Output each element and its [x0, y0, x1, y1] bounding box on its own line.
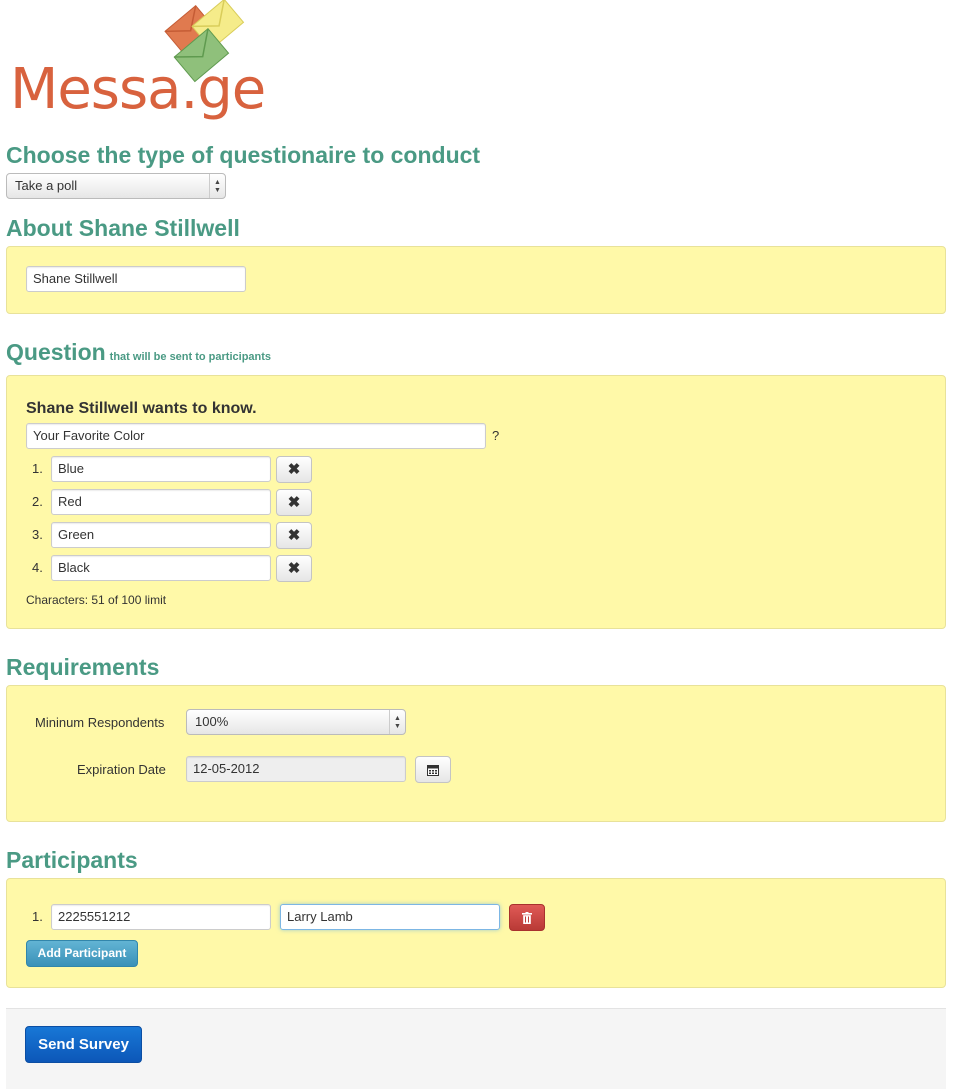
participant-num: 1. — [32, 909, 43, 924]
remove-option-3-button[interactable]: ✖ — [276, 522, 312, 549]
participants-panel: 1. 2225551212 Larry Lamb Add Participant — [6, 878, 946, 988]
send-survey-button[interactable]: Send Survey — [25, 1026, 142, 1063]
poll-type-selected: Take a poll — [15, 178, 78, 193]
expiration-label: Expiration Date — [77, 762, 166, 777]
question-heading-text: Question — [6, 339, 106, 365]
select-arrows-icon: ▲ ▼ — [389, 710, 405, 734]
question-subheading: that will be sent to participants — [109, 351, 272, 363]
remove-participant-button[interactable] — [509, 904, 545, 931]
remove-option-2-button[interactable]: ✖ — [276, 489, 312, 516]
option-num: 4. — [32, 560, 43, 575]
form-actions: Send Survey — [6, 1008, 946, 1089]
option-num: 2. — [32, 494, 43, 509]
option-num: 3. — [32, 527, 43, 542]
close-icon: ✖ — [287, 494, 301, 511]
option-input-2[interactable]: Red — [51, 489, 271, 515]
question-input[interactable]: Your Favorite Color — [26, 423, 486, 449]
calendar-icon — [427, 765, 439, 776]
about-panel: Shane Stillwell — [6, 246, 946, 314]
close-icon: ✖ — [287, 461, 301, 478]
expiration-date-input[interactable]: 12-05-2012 — [186, 756, 406, 782]
trash-icon — [522, 912, 532, 924]
participant-phone-input[interactable]: 2225551212 — [51, 904, 271, 930]
question-mark: ? — [492, 428, 500, 443]
close-icon: ✖ — [287, 527, 301, 544]
min-respondents-selected: 100% — [195, 714, 229, 729]
participants-heading: Participants — [6, 847, 138, 873]
poll-type-heading: Choose the type of questionaire to condu… — [6, 142, 481, 168]
select-arrows-icon: ▲ ▼ — [209, 174, 225, 198]
character-count: Characters: 51 of 100 limit — [26, 593, 167, 607]
wants-to-know-label: Shane Stillwell wants to know. — [26, 400, 257, 417]
name-input[interactable]: Shane Stillwell — [26, 266, 246, 292]
close-icon: ✖ — [287, 560, 301, 577]
min-respondents-label: Mininum Respondents — [35, 715, 165, 730]
question-heading: Question that will be sent to participant… — [6, 341, 271, 364]
add-participant-button[interactable]: Add Participant — [26, 940, 138, 967]
option-input-3[interactable]: Green — [51, 522, 271, 548]
calendar-button[interactable] — [415, 756, 451, 783]
remove-option-1-button[interactable]: ✖ — [276, 456, 312, 483]
requirements-heading: Requirements — [6, 654, 160, 680]
about-heading: About Shane Stillwell — [6, 215, 240, 241]
option-input-4[interactable]: Black — [51, 555, 271, 581]
requirements-panel: Mininum Respondents 100% ▲ ▼ Expiration D… — [6, 685, 946, 822]
remove-option-4-button[interactable]: ✖ — [276, 555, 312, 582]
option-input-1[interactable]: Blue — [51, 456, 271, 482]
min-respondents-select[interactable]: 100% ▲ ▼ — [186, 709, 406, 735]
question-panel: Shane Stillwell wants to know. Your Favo… — [6, 375, 946, 629]
participant-name-input[interactable]: Larry Lamb — [280, 904, 500, 930]
poll-type-select[interactable]: Take a poll ▲ ▼ — [6, 173, 226, 199]
option-num: 1. — [32, 461, 43, 476]
logo-text: Messa.ge — [10, 57, 266, 122]
